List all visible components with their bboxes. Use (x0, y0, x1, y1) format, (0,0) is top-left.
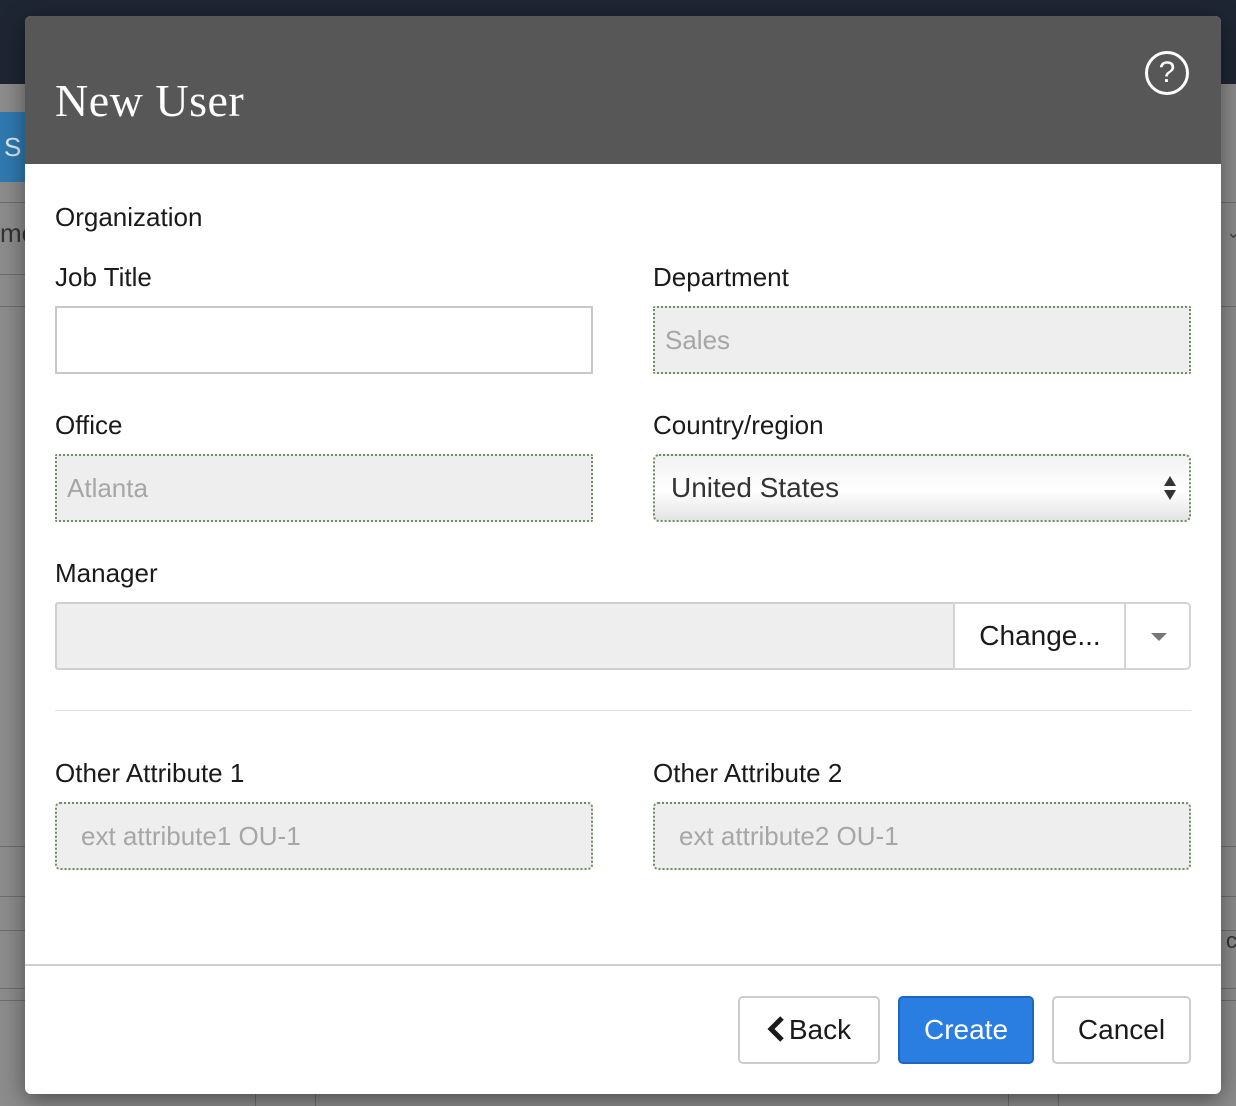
job-title-input[interactable] (55, 306, 593, 374)
footer-divider (25, 964, 1221, 966)
back-button-label: Back (788, 1014, 852, 1045)
help-icon[interactable]: ? (1145, 51, 1189, 95)
background-chevron-icon: ⌄ (1226, 222, 1236, 242)
other-attribute-2-field: ext attribute2 OU-1 (653, 802, 1191, 870)
country-region-label: Country/region (653, 410, 824, 440)
caret-down-icon (1151, 633, 1167, 641)
other-attribute-2-label: Other Attribute 2 (653, 758, 843, 788)
new-user-dialog: New User ? Organization Job Title Depart… (25, 16, 1221, 1094)
other-attribute-1-field: ext attribute1 OU-1 (55, 802, 593, 870)
background-text: c (1226, 928, 1236, 953)
section-divider (55, 710, 1191, 711)
back-button[interactable]: Back (738, 996, 880, 1064)
country-region-select[interactable]: United States (653, 454, 1191, 522)
other-attribute-1-label: Other Attribute 1 (55, 758, 245, 788)
manager-dropdown-button[interactable] (1124, 602, 1191, 670)
job-title-label: Job Title (55, 262, 152, 292)
manager-input[interactable] (55, 602, 953, 670)
chevron-left-icon (767, 1015, 784, 1042)
create-button[interactable]: Create (898, 996, 1034, 1064)
department-label: Department (653, 262, 789, 292)
manager-label: Manager (55, 558, 158, 588)
office-label: Office (55, 410, 123, 440)
dialog-header: New User ? (25, 16, 1221, 164)
dialog-title: New User (55, 75, 245, 126)
cancel-button[interactable]: Cancel (1052, 996, 1191, 1064)
section-title-organization: Organization (55, 202, 203, 232)
change-manager-button[interactable]: Change... (953, 602, 1125, 670)
country-region-value: United States (671, 472, 840, 503)
select-arrows-icon (1164, 476, 1176, 500)
office-field: Atlanta (55, 454, 593, 522)
department-field: Sales (653, 306, 1191, 374)
